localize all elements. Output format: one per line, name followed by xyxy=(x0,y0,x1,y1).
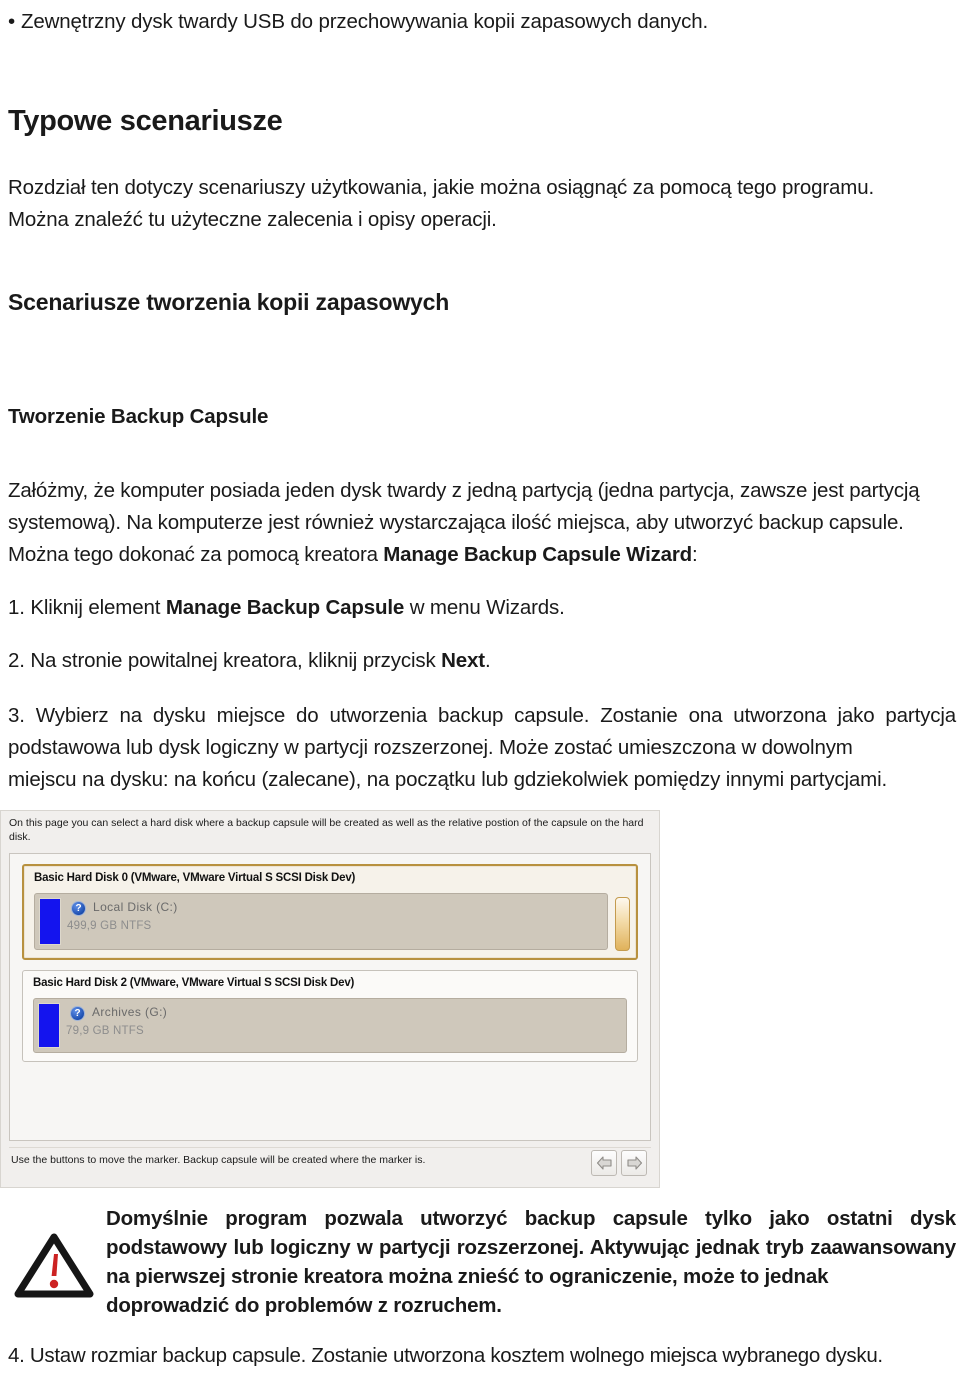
disk-2-partition-label: Archives (G:) xyxy=(92,1005,168,1019)
warning-line-2: doprowadzić do problemów z rozruchem. xyxy=(106,1294,502,1317)
step-1-pre: Kliknij element xyxy=(24,596,166,619)
assumption-line-3: Można tego dokonać za pomocą kreatora Ma… xyxy=(8,539,956,571)
page-title: Typowe scenariusze xyxy=(8,105,283,137)
step-2-pre: Na stronie powitalnej kreatora, kliknij … xyxy=(24,649,442,672)
step-4-number: 4. xyxy=(8,1344,25,1367)
intro-paragraph: Rozdział ten dotyczy scenariuszy użytkow… xyxy=(8,172,952,236)
question-mark-icon: ? xyxy=(70,1006,85,1021)
subsection-heading-backup-capsule: Tworzenie Backup Capsule xyxy=(8,405,269,428)
disk-2-partition-size: 79,9 GB NTFS xyxy=(66,1025,144,1037)
disk-entry-2[interactable]: Basic Hard Disk 2 (VMware, VMware Virtua… xyxy=(22,970,638,1062)
bullet-list-item: • Zewnętrzny dysk twardy USB do przechowy… xyxy=(8,8,952,36)
partition-color-swatch xyxy=(38,1003,60,1048)
warning-callout-text: Domyślnie program pozwala utworzyć backu… xyxy=(106,1204,956,1320)
step-4-body: Ustaw rozmiar backup capsule. Zostanie u… xyxy=(24,1344,883,1367)
intro-line-1: Rozdział ten dotyczy scenariuszy użytkow… xyxy=(8,176,875,199)
section-heading-backup-scenarios: Scenariusze tworzenia kopii zapasowych xyxy=(8,289,450,315)
assumption-line-3-pre: Można tego dokonać za pomocą kreatora xyxy=(8,543,384,566)
disk-0-title: Basic Hard Disk 0 (VMware, VMware Virtua… xyxy=(34,872,356,884)
step-2-bold: Next xyxy=(441,649,485,672)
wizard-screenshot: On this page you can select a hard disk … xyxy=(0,810,660,1188)
wizard-description-text: On this page you can select a hard disk … xyxy=(9,817,644,843)
assumption-line-2: systemową). Na komputerze jest również w… xyxy=(8,511,904,534)
disk-entry-0[interactable]: Basic Hard Disk 0 (VMware, VMware Virtua… xyxy=(22,864,638,960)
step-3-body: Wybierz na dysku miejsce do utworzenia b… xyxy=(8,704,956,759)
question-mark-icon: ? xyxy=(71,901,86,916)
bullet-item-text: Zewnętrzny dysk twardy USB do przechowyw… xyxy=(21,10,709,33)
disk-0-partition-size: 499,9 GB NTFS xyxy=(67,920,152,932)
arrow-left-icon xyxy=(596,1156,612,1170)
step-item-2: 2. Na stronie powitalnej kreatora, klikn… xyxy=(8,645,956,677)
warning-line-1: Domyślnie program pozwala utworzyć backu… xyxy=(106,1207,956,1288)
move-marker-right-button[interactable] xyxy=(621,1150,647,1176)
bullet-marker: • xyxy=(8,10,16,33)
disk-0-partition-label: Local Disk (C:) xyxy=(93,900,178,914)
step-2-post: . xyxy=(484,649,491,672)
step-item-1: 1. Kliknij element Manage Backup Capsule… xyxy=(8,592,956,624)
assumption-line-1: Załóżmy, że komputer posiada jeden dysk … xyxy=(8,479,920,502)
step-1-bold: Manage Backup Capsule xyxy=(165,596,405,619)
step-3-number: 3. xyxy=(8,704,25,727)
step-item-3: 3. Wybierz na dysku miejsce do utworzeni… xyxy=(8,700,956,796)
partition-color-swatch xyxy=(39,898,61,945)
step-1-number: 1. xyxy=(8,596,25,619)
step-1-post: w menu Wizards. xyxy=(404,596,565,619)
warning-triangle-icon xyxy=(14,1232,94,1298)
disk-list-area[interactable]: Basic Hard Disk 0 (VMware, VMware Virtua… xyxy=(9,853,651,1141)
wizard-footer: Use the buttons to move the marker. Back… xyxy=(9,1147,651,1182)
disk-2-partition-strip[interactable]: ? Archives (G:) 79,9 GB NTFS xyxy=(33,998,627,1053)
disk-0-partition-strip[interactable]: ? Local Disk (C:) 499,9 GB NTFS xyxy=(34,893,608,950)
arrow-right-icon xyxy=(626,1156,642,1170)
move-marker-left-button[interactable] xyxy=(591,1150,617,1176)
disk-2-title: Basic Hard Disk 2 (VMware, VMware Virtua… xyxy=(33,977,355,989)
document-page: • Zewnętrzny dysk twardy USB do przechowy… xyxy=(0,0,960,1375)
assumption-paragraph: Załóżmy, że komputer posiada jeden dysk … xyxy=(8,475,956,571)
capsule-position-marker[interactable] xyxy=(615,897,630,951)
assumption-line-3-post: : xyxy=(691,543,698,566)
step-3-last-line: miejscu na dysku: na końcu (zalecane), n… xyxy=(8,768,888,791)
intro-line-2: Można znaleźć tu użyteczne zalecenia i o… xyxy=(8,208,497,231)
marker-hint-text: Use the buttons to move the marker. Back… xyxy=(11,1154,426,1166)
wizard-name-emphasis: Manage Backup Capsule Wizard xyxy=(383,543,692,566)
step-2-number: 2. xyxy=(8,649,25,672)
step-item-4: 4. Ustaw rozmiar backup capsule. Zostani… xyxy=(8,1340,956,1372)
